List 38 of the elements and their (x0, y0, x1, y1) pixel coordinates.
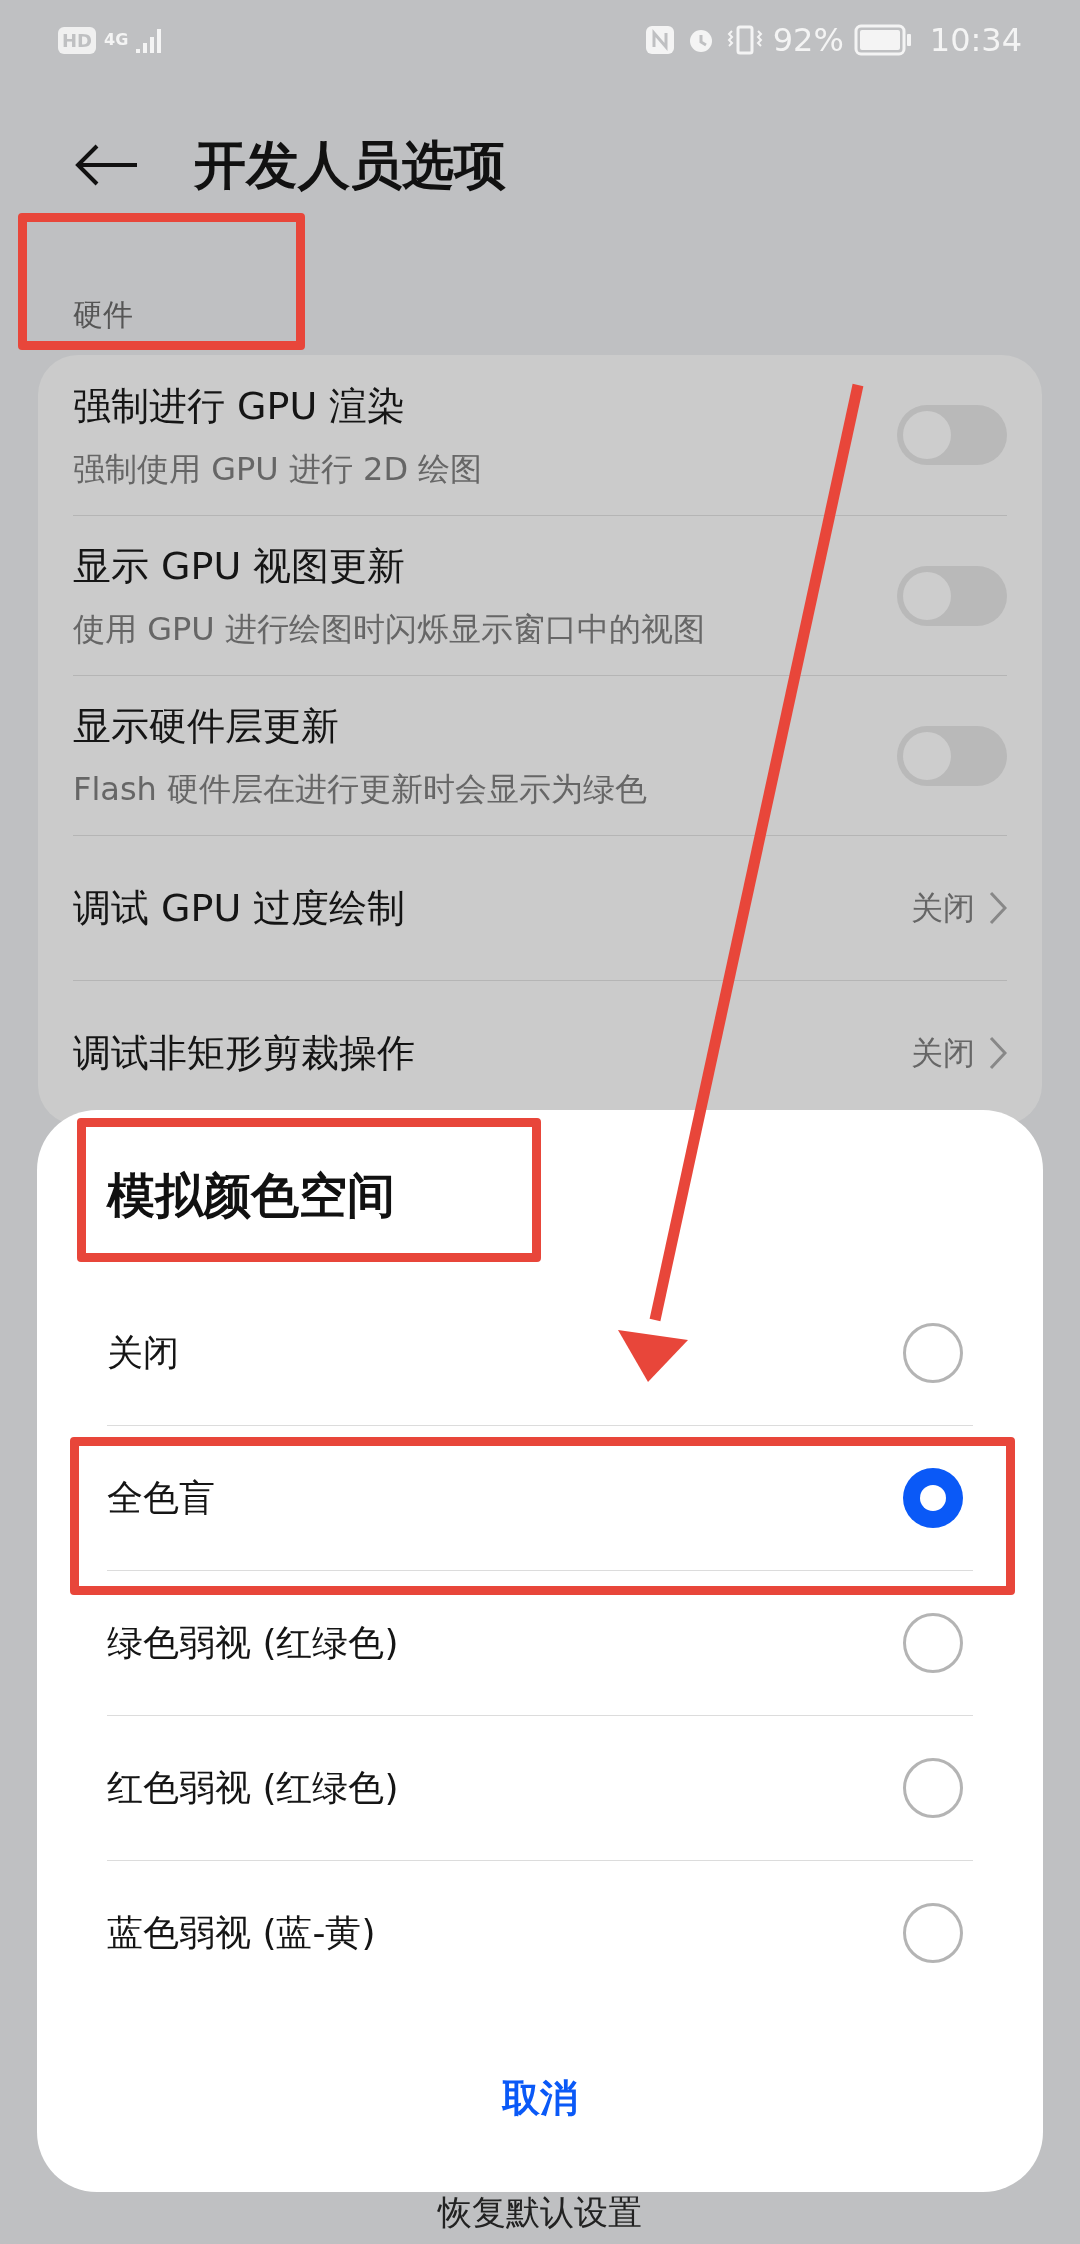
nfc-icon (644, 25, 675, 55)
page-title: 开发人员选项 (194, 134, 506, 197)
battery-icon (853, 24, 912, 56)
chevron-right-icon (989, 1036, 1007, 1070)
setting-description: 使用 GPU 进行绘图时闪烁显示窗口中的视图 (73, 609, 705, 650)
setting-description: Flash 硬件层在进行更新时会显示为绿色 (73, 769, 648, 810)
setting-value: 关闭 (911, 1033, 975, 1074)
back-arrow-icon[interactable] (75, 143, 139, 187)
settings-row[interactable]: 显示硬件层更新 Flash 硬件层在进行更新时会显示为绿色 (73, 675, 1007, 835)
option-row[interactable]: 关闭 (107, 1280, 973, 1425)
setting-title: 显示硬件层更新 (73, 703, 340, 750)
option-row[interactable]: 全色盲 (107, 1425, 973, 1570)
setting-title: 显示 GPU 视图更新 (73, 543, 407, 590)
radio-button[interactable] (903, 1468, 963, 1528)
option-label: 蓝色弱视 (蓝-黄) (107, 1911, 376, 1955)
vibrate-icon (726, 25, 763, 55)
option-label: 绿色弱视 (红绿色) (107, 1621, 399, 1665)
setting-title: 调试非矩形剪裁操作 (73, 1029, 415, 1077)
radio-button[interactable] (903, 1613, 963, 1673)
settings-row[interactable]: 强制进行 GPU 渲染 强制使用 GPU 进行 2D 绘图 (73, 355, 1007, 515)
option-label: 红色弱视 (红绿色) (107, 1766, 399, 1810)
setting-value: 关闭 (911, 888, 975, 929)
option-label: 全色盲 (107, 1476, 215, 1520)
option-row[interactable]: 蓝色弱视 (蓝-黄) (107, 1860, 973, 2005)
section-label: 硬件 (73, 296, 133, 334)
chevron-right-icon (989, 891, 1007, 925)
radio-button[interactable] (903, 1903, 963, 1963)
setting-description: 强制使用 GPU 进行 2D 绘图 (73, 448, 483, 490)
settings-row[interactable]: 显示 GPU 视图更新 使用 GPU 进行绘图时闪烁显示窗口中的视图 (73, 515, 1007, 675)
option-label: 关闭 (107, 1330, 179, 1375)
settings-row[interactable]: 调试 GPU 过度绘制 关闭 (73, 835, 1007, 980)
setting-title: 调试 GPU 过度绘制 (73, 884, 406, 932)
cancel-button[interactable]: 取消 (482, 2060, 598, 2137)
setting-title: 强制进行 GPU 渲染 (73, 382, 407, 430)
option-row[interactable]: 红色弱视 (红绿色) (107, 1715, 973, 1860)
dialog-title: 模拟颜色空间 (107, 1166, 395, 1225)
option-row[interactable]: 绿色弱视 (红绿色) (107, 1570, 973, 1715)
radio-button[interactable] (903, 1758, 963, 1818)
